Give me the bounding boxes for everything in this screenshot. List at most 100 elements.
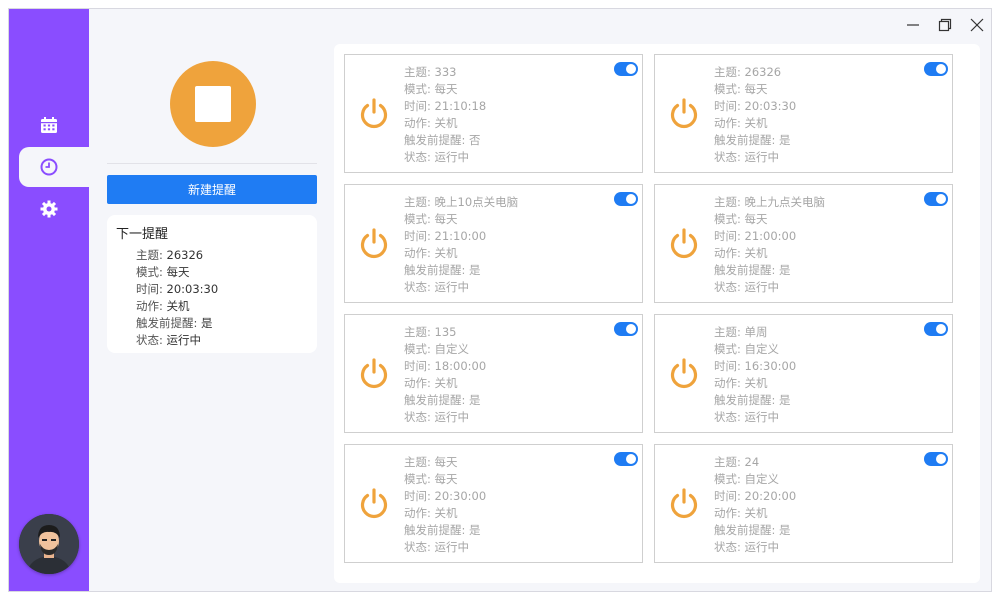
detail-line: 状态: 运行中 xyxy=(404,150,470,164)
detail-line: 主题: 晚上九点关电脑 xyxy=(714,195,826,209)
reminder-card[interactable]: 主题: 晚上10点关电脑 模式: 每天 时间: 21:10:00 动作: 关机 … xyxy=(344,184,643,303)
detail-line: 动作: 关机 xyxy=(404,506,458,520)
reminder-details: 主题: 333 模式: 每天 时间: 21:10:18 动作: 关机 触发前提醒… xyxy=(404,64,486,166)
clock-icon xyxy=(40,158,58,176)
minimize-icon xyxy=(907,24,919,26)
next-reminder-title: 下一提醒 xyxy=(116,227,169,242)
detail-line: 时间: 21:10:18 xyxy=(404,99,487,113)
detail-line: 状态: 运行中 xyxy=(136,333,202,347)
detail-line: 时间: 20:03:30 xyxy=(714,99,797,113)
enable-toggle[interactable] xyxy=(924,322,948,336)
toggle-knob xyxy=(936,64,946,74)
reminder-list: 主题: 333 模式: 每天 时间: 21:10:18 动作: 关机 触发前提醒… xyxy=(334,44,980,583)
reminder-details: 主题: 晚上九点关电脑 模式: 每天 时间: 21:00:00 动作: 关机 触… xyxy=(714,194,825,296)
detail-line: 模式: 每天 xyxy=(714,82,768,96)
reminder-details: 主题: 135 模式: 自定义 时间: 18:00:00 动作: 关机 触发前提… xyxy=(404,324,486,426)
sidebar xyxy=(9,9,89,591)
detail-line: 主题: 135 xyxy=(404,325,457,339)
detail-line: 动作: 关机 xyxy=(714,246,768,260)
new-reminder-button[interactable]: 新建提醒 xyxy=(107,175,317,204)
detail-line: 触发前提醒: 是 xyxy=(404,523,481,537)
detail-line: 主题: 每天 xyxy=(404,455,458,469)
detail-line: 状态: 运行中 xyxy=(714,280,780,294)
detail-line: 模式: 每天 xyxy=(714,212,768,226)
reminder-card[interactable]: 主题: 135 模式: 自定义 时间: 18:00:00 动作: 关机 触发前提… xyxy=(344,314,643,433)
reminder-details: 主题: 每天 模式: 每天 时间: 20:30:00 动作: 关机 触发前提醒:… xyxy=(404,454,486,556)
power-icon xyxy=(670,98,698,129)
power-icon xyxy=(670,488,698,519)
detail-line: 时间: 20:30:00 xyxy=(404,489,487,503)
detail-line: 时间: 18:00:00 xyxy=(404,359,487,373)
reminder-card[interactable]: 主题: 26326 模式: 每天 时间: 20:03:30 动作: 关机 触发前… xyxy=(654,54,953,173)
detail-line: 触发前提醒: 是 xyxy=(714,133,791,147)
detail-line: 触发前提醒: 是 xyxy=(404,393,481,407)
next-reminder-details: 主题: 26326 模式: 每天 时间: 20:03:30 动作: 关机 触发前… xyxy=(136,247,218,349)
detail-line: 主题: 单周 xyxy=(714,325,768,339)
detail-line: 动作: 关机 xyxy=(714,506,768,520)
toggle-knob xyxy=(936,324,946,334)
detail-line: 状态: 运行中 xyxy=(404,280,470,294)
detail-line: 时间: 21:00:00 xyxy=(714,229,797,243)
enable-toggle[interactable] xyxy=(614,192,638,206)
power-icon xyxy=(360,358,388,389)
detail-line: 状态: 运行中 xyxy=(714,540,780,554)
enable-toggle[interactable] xyxy=(614,452,638,466)
close-button[interactable] xyxy=(967,15,987,35)
calendar-icon xyxy=(41,117,57,133)
enable-toggle[interactable] xyxy=(924,452,948,466)
detail-line: 时间: 20:20:00 xyxy=(714,489,797,503)
power-icon xyxy=(360,488,388,519)
power-icon xyxy=(670,358,698,389)
detail-line: 状态: 运行中 xyxy=(404,410,470,424)
detail-line: 动作: 关机 xyxy=(404,116,458,130)
detail-line: 主题: 24 xyxy=(714,455,760,469)
nav-clock[interactable] xyxy=(19,147,89,187)
detail-line: 模式: 自定义 xyxy=(714,472,780,486)
detail-line: 模式: 自定义 xyxy=(714,342,780,356)
reminder-details: 主题: 24 模式: 自定义 时间: 20:20:00 动作: 关机 触发前提醒… xyxy=(714,454,796,556)
avatar[interactable] xyxy=(19,514,79,574)
detail-line: 主题: 333 xyxy=(404,65,457,79)
detail-line: 状态: 运行中 xyxy=(404,540,470,554)
detail-line: 时间: 16:30:00 xyxy=(714,359,797,373)
stop-button[interactable] xyxy=(170,61,256,147)
toggle-knob xyxy=(626,194,636,204)
detail-line: 状态: 运行中 xyxy=(714,410,780,424)
detail-line: 模式: 每天 xyxy=(136,265,190,279)
reminder-card[interactable]: 主题: 24 模式: 自定义 时间: 20:20:00 动作: 关机 触发前提醒… xyxy=(654,444,953,563)
detail-line: 主题: 晚上10点关电脑 xyxy=(404,195,519,209)
detail-line: 动作: 关机 xyxy=(136,299,190,313)
reminder-card[interactable]: 主题: 333 模式: 每天 时间: 21:10:18 动作: 关机 触发前提醒… xyxy=(344,54,643,173)
close-icon xyxy=(970,18,984,32)
reminder-card[interactable]: 主题: 每天 模式: 每天 时间: 20:30:00 动作: 关机 触发前提醒:… xyxy=(344,444,643,563)
toggle-knob xyxy=(626,324,636,334)
power-icon xyxy=(360,228,388,259)
restore-button[interactable] xyxy=(935,15,955,35)
avatar-image xyxy=(19,514,79,574)
power-icon xyxy=(360,98,388,129)
enable-toggle[interactable] xyxy=(614,62,638,76)
minimize-button[interactable] xyxy=(903,15,923,35)
gear-icon xyxy=(40,200,58,218)
power-icon xyxy=(670,228,698,259)
enable-toggle[interactable] xyxy=(924,192,948,206)
nav-settings[interactable] xyxy=(9,189,89,229)
reminder-card[interactable]: 主题: 单周 模式: 自定义 时间: 16:30:00 动作: 关机 触发前提醒… xyxy=(654,314,953,433)
detail-line: 触发前提醒: 是 xyxy=(136,316,213,330)
detail-line: 模式: 每天 xyxy=(404,212,458,226)
detail-line: 主题: 26326 xyxy=(714,65,782,79)
detail-line: 动作: 关机 xyxy=(404,246,458,260)
enable-toggle[interactable] xyxy=(614,322,638,336)
detail-line: 状态: 运行中 xyxy=(714,150,780,164)
reminder-details: 主题: 26326 模式: 每天 时间: 20:03:30 动作: 关机 触发前… xyxy=(714,64,796,166)
enable-toggle[interactable] xyxy=(924,62,948,76)
detail-line: 动作: 关机 xyxy=(404,376,458,390)
nav-calendar[interactable] xyxy=(9,105,89,145)
reminder-card[interactable]: 主题: 晚上九点关电脑 模式: 每天 时间: 21:00:00 动作: 关机 触… xyxy=(654,184,953,303)
app-window: 新建提醒 下一提醒 主题: 26326 模式: 每天 时间: 20:03:30 … xyxy=(8,8,992,592)
toggle-knob xyxy=(626,64,636,74)
detail-line: 模式: 自定义 xyxy=(404,342,470,356)
detail-line: 动作: 关机 xyxy=(714,376,768,390)
detail-line: 主题: 26326 xyxy=(136,248,204,262)
detail-line: 触发前提醒: 是 xyxy=(714,393,791,407)
